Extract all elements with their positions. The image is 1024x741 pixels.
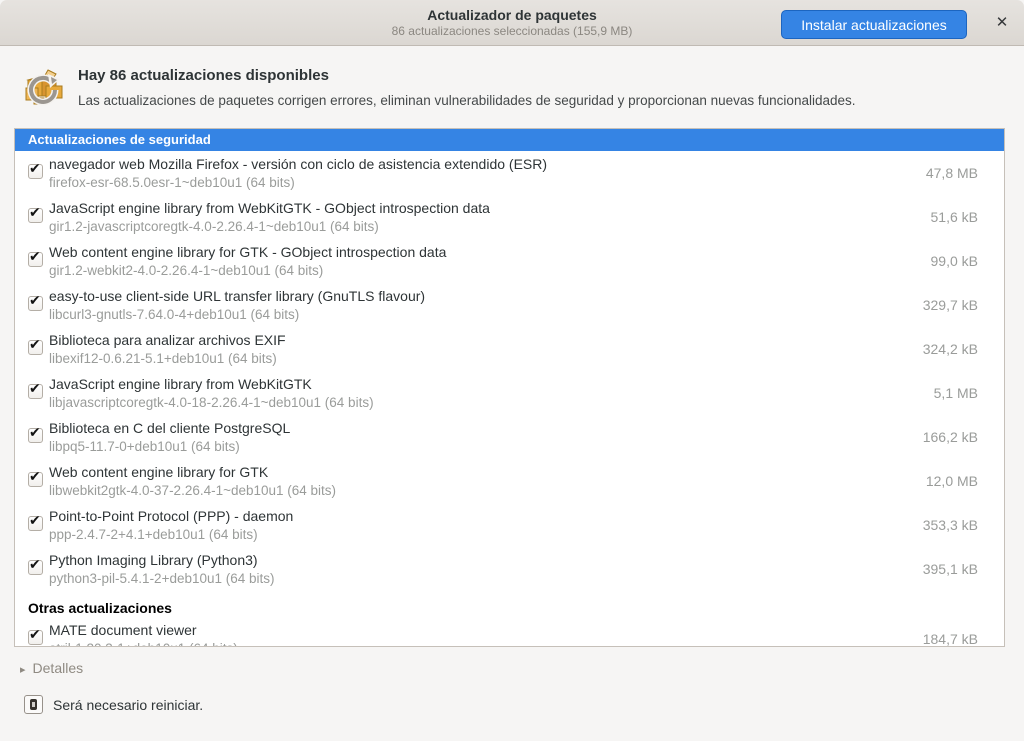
check-icon: ✔ bbox=[29, 336, 41, 353]
update-package: gir1.2-javascriptcoregtk-4.0-2.26.4-1~de… bbox=[49, 218, 490, 236]
check-icon: ✔ bbox=[29, 512, 41, 529]
update-row-text: Web content engine library for GTK - GOb… bbox=[49, 243, 446, 280]
update-row-text: navegador web Mozilla Firefox - versión … bbox=[49, 155, 547, 192]
update-row-text: MATE document viewer atril-1.20.3-1+deb1… bbox=[49, 621, 238, 647]
update-checkbox[interactable]: ✔ bbox=[28, 516, 43, 531]
update-size: 184,7 kB bbox=[923, 617, 978, 647]
update-package: libwebkit2gtk-4.0-37-2.26.4-1~deb10u1 (6… bbox=[49, 482, 336, 500]
update-name: Biblioteca en C del cliente PostgreSQL bbox=[49, 419, 290, 438]
update-checkbox[interactable]: ✔ bbox=[28, 296, 43, 311]
update-size: 329,7 kB bbox=[923, 283, 978, 327]
update-name: Web content engine library for GTK bbox=[49, 463, 336, 482]
update-package: firefox-esr-68.5.0esr-1~deb10u1 (64 bits… bbox=[49, 174, 547, 192]
restart-notice: Será necesario reiniciar. bbox=[53, 697, 203, 713]
update-package: libexif12-0.6.21-5.1+deb10u1 (64 bits) bbox=[49, 350, 286, 368]
update-name: JavaScript engine library from WebKitGTK… bbox=[49, 199, 490, 218]
update-package: ppp-2.4.7-2+4.1+deb10u1 (64 bits) bbox=[49, 526, 293, 544]
close-icon[interactable]: ✕ bbox=[990, 11, 1014, 35]
update-package: libjavascriptcoregtk-4.0-18-2.26.4-1~deb… bbox=[49, 394, 374, 412]
update-size: 5,1 MB bbox=[934, 371, 978, 415]
section-header: Otras actualizaciones bbox=[15, 591, 1004, 617]
update-name: easy-to-use client-side URL transfer lib… bbox=[49, 287, 425, 306]
details-expander[interactable]: ▸ Detalles bbox=[20, 660, 83, 676]
restart-required-icon bbox=[24, 695, 43, 714]
update-list: Actualizaciones de seguridad ✔ navegador… bbox=[14, 128, 1005, 647]
check-icon: ✔ bbox=[29, 160, 41, 177]
page-title: Hay 86 actualizaciones disponibles bbox=[78, 67, 329, 84]
update-name: JavaScript engine library from WebKitGTK bbox=[49, 375, 374, 394]
section-header: Actualizaciones de seguridad bbox=[15, 129, 1004, 151]
update-package: atril-1.20.3-1+deb10u1 (64 bits) bbox=[49, 640, 238, 647]
install-updates-button[interactable]: Instalar actualizaciones bbox=[781, 10, 967, 39]
update-size: 395,1 kB bbox=[923, 547, 978, 591]
update-row[interactable]: ✔ Biblioteca en C del cliente PostgreSQL… bbox=[15, 415, 1004, 459]
update-row[interactable]: ✔ easy-to-use client-side URL transfer l… bbox=[15, 283, 1004, 327]
update-row[interactable]: ✔ JavaScript engine library from WebKitG… bbox=[15, 371, 1004, 415]
update-size: 12,0 MB bbox=[926, 459, 978, 503]
update-checkbox[interactable]: ✔ bbox=[28, 164, 43, 179]
check-icon: ✔ bbox=[29, 248, 41, 265]
expander-arrow-icon: ▸ bbox=[20, 664, 26, 676]
update-checkbox[interactable]: ✔ bbox=[28, 340, 43, 355]
update-checkbox[interactable]: ✔ bbox=[28, 384, 43, 399]
update-row[interactable]: ✔ Web content engine library for GTK lib… bbox=[15, 459, 1004, 503]
update-row[interactable]: ✔ Web content engine library for GTK - G… bbox=[15, 239, 1004, 283]
check-icon: ✔ bbox=[29, 556, 41, 573]
check-icon: ✔ bbox=[29, 468, 41, 485]
update-row-text: Biblioteca para analizar archivos EXIF l… bbox=[49, 331, 286, 368]
update-size: 353,3 kB bbox=[923, 503, 978, 547]
check-icon: ✔ bbox=[29, 626, 41, 643]
update-row-text: Web content engine library for GTK libwe… bbox=[49, 463, 336, 500]
check-icon: ✔ bbox=[29, 292, 41, 309]
window-title: Actualizador de paquetes bbox=[200, 6, 824, 24]
update-package: libpq5-11.7-0+deb10u1 (64 bits) bbox=[49, 438, 290, 456]
check-icon: ✔ bbox=[29, 204, 41, 221]
update-checkbox[interactable]: ✔ bbox=[28, 560, 43, 575]
window-subtitle: 86 actualizaciones seleccionadas (155,9 … bbox=[200, 24, 824, 39]
update-row[interactable]: ✔ Python Imaging Library (Python3) pytho… bbox=[15, 547, 1004, 591]
check-icon: ✔ bbox=[29, 424, 41, 441]
update-row[interactable]: ✔ navegador web Mozilla Firefox - versió… bbox=[15, 151, 1004, 195]
update-checkbox[interactable]: ✔ bbox=[28, 252, 43, 267]
update-row[interactable]: ✔ MATE document viewer atril-1.20.3-1+de… bbox=[15, 617, 1004, 647]
package-updates-icon bbox=[22, 66, 66, 110]
update-row-text: JavaScript engine library from WebKitGTK… bbox=[49, 375, 374, 412]
update-row-text: Python Imaging Library (Python3) python3… bbox=[49, 551, 275, 588]
check-icon: ✔ bbox=[29, 380, 41, 397]
update-name: MATE document viewer bbox=[49, 621, 238, 640]
update-checkbox[interactable]: ✔ bbox=[28, 208, 43, 223]
update-checkbox[interactable]: ✔ bbox=[28, 630, 43, 645]
titlebar-captions: Actualizador de paquetes 86 actualizacio… bbox=[200, 6, 824, 39]
update-checkbox[interactable]: ✔ bbox=[28, 472, 43, 487]
update-size: 166,2 kB bbox=[923, 415, 978, 459]
update-row-text: easy-to-use client-side URL transfer lib… bbox=[49, 287, 425, 324]
update-row-text: Point-to-Point Protocol (PPP) - daemon p… bbox=[49, 507, 293, 544]
page-description: Las actualizaciones de paquetes corrigen… bbox=[78, 93, 856, 108]
update-row-text: JavaScript engine library from WebKitGTK… bbox=[49, 199, 490, 236]
update-checkbox[interactable]: ✔ bbox=[28, 428, 43, 443]
update-package: python3-pil-5.4.1-2+deb10u1 (64 bits) bbox=[49, 570, 275, 588]
update-name: Python Imaging Library (Python3) bbox=[49, 551, 275, 570]
update-name: navegador web Mozilla Firefox - versión … bbox=[49, 155, 547, 174]
update-package: gir1.2-webkit2-4.0-2.26.4-1~deb10u1 (64 … bbox=[49, 262, 446, 280]
update-row[interactable]: ✔ Point-to-Point Protocol (PPP) - daemon… bbox=[15, 503, 1004, 547]
update-name: Biblioteca para analizar archivos EXIF bbox=[49, 331, 286, 350]
update-row-text: Biblioteca en C del cliente PostgreSQL l… bbox=[49, 419, 290, 456]
titlebar: Actualizador de paquetes 86 actualizacio… bbox=[0, 0, 1024, 46]
update-size: 324,2 kB bbox=[923, 327, 978, 371]
update-row[interactable]: ✔ Biblioteca para analizar archivos EXIF… bbox=[15, 327, 1004, 371]
update-size: 47,8 MB bbox=[926, 151, 978, 195]
restart-notice-row: Será necesario reiniciar. bbox=[24, 695, 203, 715]
details-label: Detalles bbox=[33, 660, 84, 676]
update-name: Point-to-Point Protocol (PPP) - daemon bbox=[49, 507, 293, 526]
update-size: 51,6 kB bbox=[931, 195, 978, 239]
update-row[interactable]: ✔ JavaScript engine library from WebKitG… bbox=[15, 195, 1004, 239]
update-package: libcurl3-gnutls-7.64.0-4+deb10u1 (64 bit… bbox=[49, 306, 425, 324]
update-size: 99,0 kB bbox=[931, 239, 978, 283]
update-name: Web content engine library for GTK - GOb… bbox=[49, 243, 446, 262]
